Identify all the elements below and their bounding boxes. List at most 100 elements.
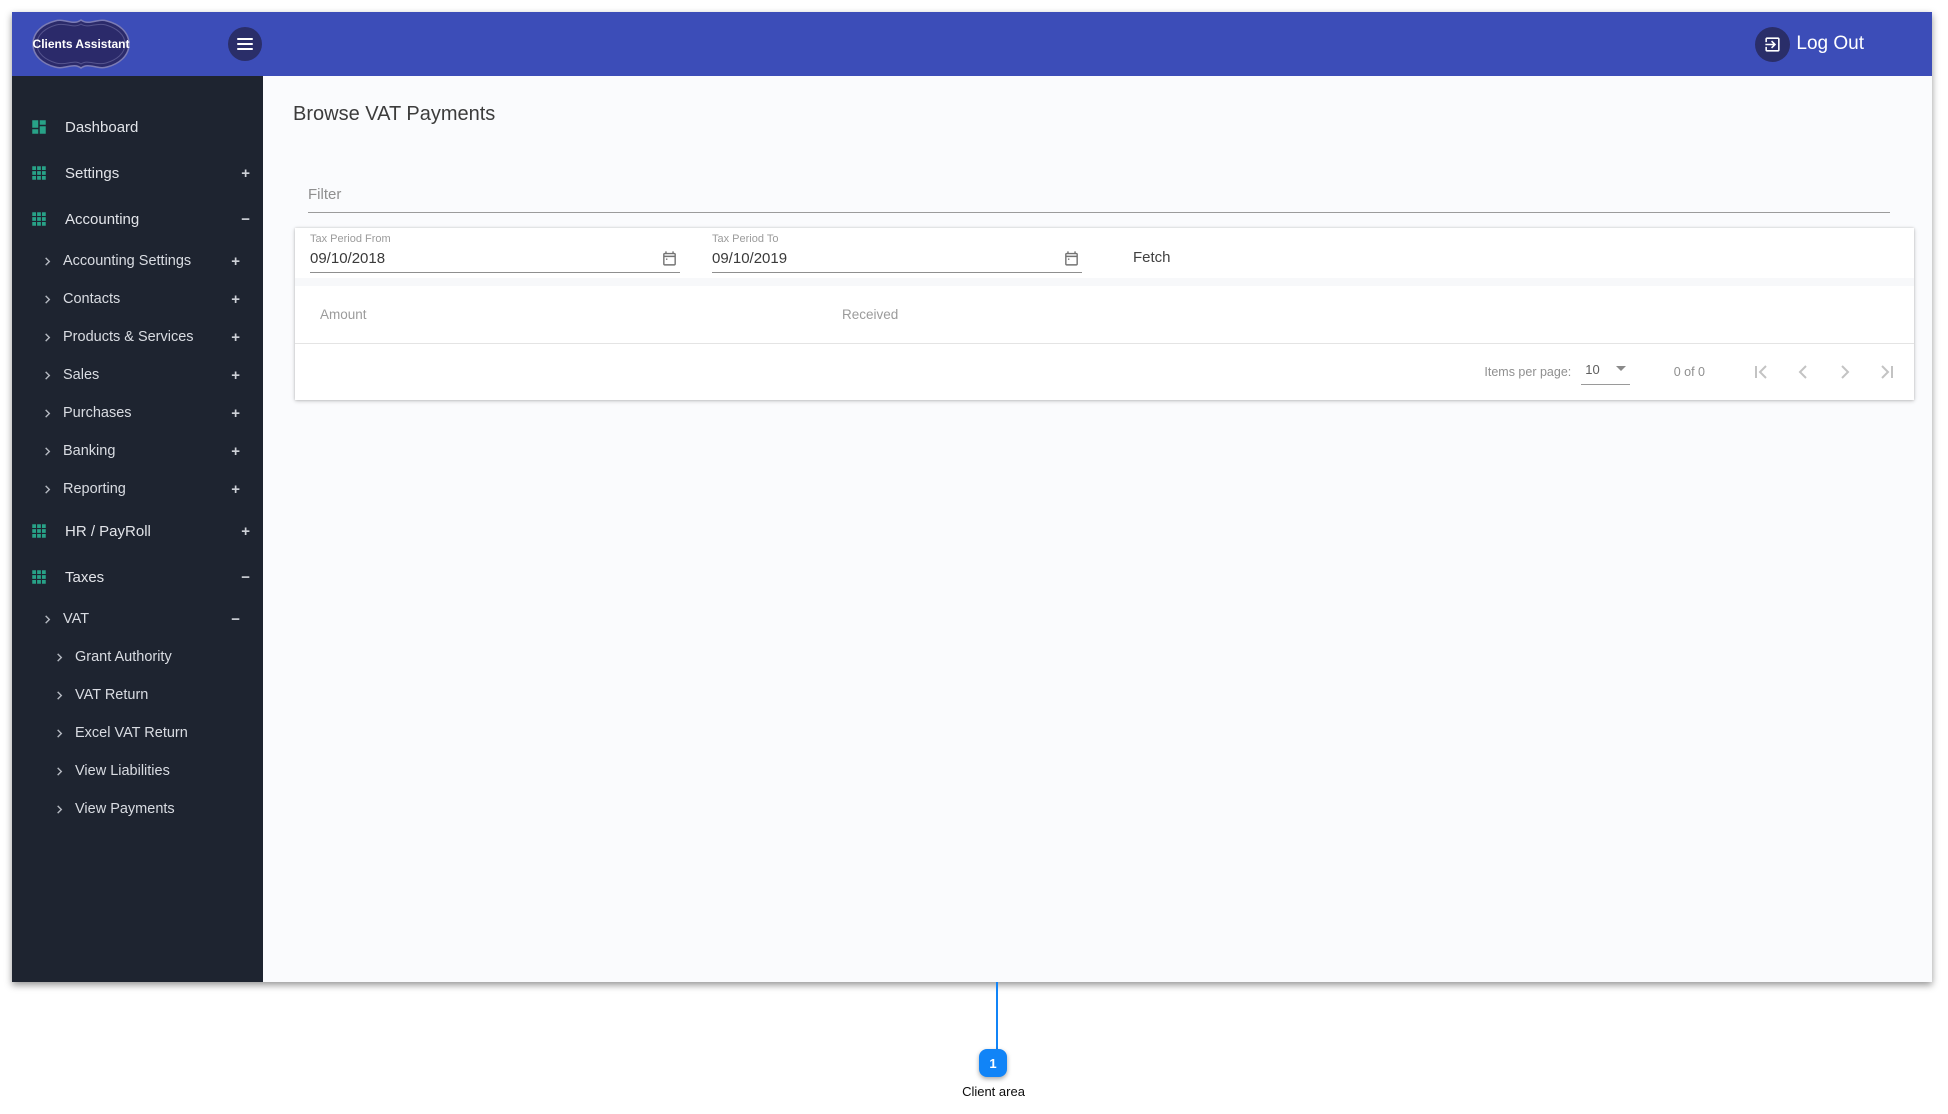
items-per-page-label: Items per page: bbox=[1484, 365, 1572, 379]
sidebar-item-vat[interactable]: VAT − bbox=[12, 600, 263, 638]
next-page-icon bbox=[1840, 365, 1849, 379]
tax-period-to-input[interactable] bbox=[712, 250, 1012, 267]
app-logo[interactable]: Clients Assistant bbox=[26, 17, 136, 71]
calendar-icon[interactable] bbox=[661, 250, 678, 267]
sidebar-item-label: Reporting bbox=[63, 481, 126, 497]
section-separator bbox=[295, 278, 1914, 286]
plus-icon[interactable]: + bbox=[231, 254, 240, 269]
sidebar-item-label: Contacts bbox=[63, 291, 121, 307]
sidebar-item-dashboard[interactable]: Dashboard bbox=[12, 104, 263, 150]
first-page-button[interactable] bbox=[1747, 359, 1774, 386]
sidebar-item-reporting[interactable]: Reporting + bbox=[12, 470, 263, 508]
chevron-right-icon bbox=[54, 804, 66, 815]
logo-text: Clients Assistant bbox=[32, 37, 130, 51]
chevron-right-icon bbox=[42, 408, 54, 419]
calendar-icon[interactable] bbox=[1063, 250, 1080, 267]
sidebar-item-label: Dashboard bbox=[65, 118, 139, 136]
logout-button[interactable]: Log Out bbox=[1755, 12, 1864, 76]
sidebar-item-settings[interactable]: Settings + bbox=[12, 150, 263, 196]
sidebar-item-vat-return[interactable]: VAT Return bbox=[12, 676, 263, 714]
sidebar-item-accounting-settings[interactable]: Accounting Settings + bbox=[12, 242, 263, 280]
page: Clients Assistant Log Out Dashboard Setti… bbox=[0, 0, 1948, 1114]
sidebar-item-label: View Liabilities bbox=[75, 763, 170, 779]
sidebar-item-label: Grant Authority bbox=[75, 649, 172, 665]
chevron-right-icon bbox=[42, 484, 54, 495]
logout-label: Log Out bbox=[1796, 33, 1864, 54]
items-per-page-value: 10 bbox=[1585, 361, 1600, 377]
chevron-right-icon bbox=[42, 446, 54, 457]
sidebar-item-view-liabilities[interactable]: View Liabilities bbox=[12, 752, 263, 790]
menu-button[interactable] bbox=[228, 27, 262, 61]
plus-icon[interactable]: + bbox=[231, 482, 240, 497]
vat-payments-card: Tax Period From Tax Period To bbox=[295, 228, 1914, 400]
sidebar-item-label: Settings bbox=[65, 164, 120, 182]
paginator-range-label: 0 of 0 bbox=[1673, 365, 1705, 379]
sidebar-item-purchases[interactable]: Purchases + bbox=[12, 394, 263, 432]
apps-icon bbox=[30, 568, 48, 586]
chevron-right-icon bbox=[54, 766, 66, 777]
sidebar-item-label: Products & Services bbox=[63, 329, 194, 345]
sidebar-item-contacts[interactable]: Contacts + bbox=[12, 280, 263, 318]
sidebar-item-grant-authority[interactable]: Grant Authority bbox=[12, 638, 263, 676]
sidebar-item-banking[interactable]: Banking + bbox=[12, 432, 263, 470]
sidebar-item-label: View Payments bbox=[75, 801, 175, 817]
paginator: Items per page: 10 0 of 0 bbox=[295, 344, 1914, 400]
minus-icon[interactable]: − bbox=[231, 612, 240, 627]
sidebar-item-label: Banking bbox=[63, 443, 116, 459]
previous-page-icon bbox=[1798, 365, 1807, 379]
plus-icon[interactable]: + bbox=[231, 406, 240, 421]
items-per-page-select[interactable]: 10 bbox=[1581, 360, 1630, 385]
tax-period-from-label: Tax Period From bbox=[310, 233, 391, 245]
minus-icon[interactable]: − bbox=[241, 212, 250, 227]
next-page-button[interactable] bbox=[1831, 359, 1858, 386]
chevron-right-icon bbox=[54, 652, 66, 663]
app-header: Clients Assistant Log Out bbox=[12, 12, 1932, 76]
sidebar-item-sales[interactable]: Sales + bbox=[12, 356, 263, 394]
chevron-down-icon bbox=[1615, 365, 1626, 371]
chevron-right-icon bbox=[54, 728, 66, 739]
plus-icon[interactable]: + bbox=[241, 166, 250, 181]
page-title: Browse VAT Payments bbox=[293, 103, 496, 125]
dashboard-icon bbox=[30, 118, 48, 136]
sidebar-item-label: Accounting Settings bbox=[63, 253, 192, 269]
apps-icon bbox=[30, 164, 48, 182]
apps-icon bbox=[30, 210, 48, 228]
sidebar-item-label: Purchases bbox=[63, 405, 132, 421]
sidebar-item-hr-payroll[interactable]: HR / PayRoll + bbox=[12, 508, 263, 554]
sidebar-item-view-payments[interactable]: View Payments bbox=[12, 790, 263, 828]
plus-icon[interactable]: + bbox=[231, 368, 240, 383]
sidebar-item-accounting[interactable]: Accounting − bbox=[12, 196, 263, 242]
sidebar-item-label: VAT Return bbox=[75, 687, 149, 703]
minus-icon[interactable]: − bbox=[241, 570, 250, 585]
callout-line bbox=[996, 982, 998, 1050]
sidebar-item-label: Excel VAT Return bbox=[75, 725, 188, 741]
plus-icon[interactable]: + bbox=[231, 444, 240, 459]
filter-input[interactable] bbox=[308, 182, 1890, 212]
chevron-right-icon bbox=[54, 690, 66, 701]
sidebar-item-label: HR / PayRoll bbox=[65, 522, 151, 540]
fetch-button[interactable]: Fetch bbox=[1117, 241, 1187, 274]
plus-icon[interactable]: + bbox=[231, 330, 240, 345]
tax-period-to-field: Tax Period To bbox=[712, 233, 1082, 273]
previous-page-button[interactable] bbox=[1789, 359, 1816, 386]
tax-period-from-input[interactable] bbox=[310, 250, 610, 267]
sidebar-item-excel-vat-return[interactable]: Excel VAT Return bbox=[12, 714, 263, 752]
chevron-right-icon bbox=[42, 294, 54, 305]
main-content: Browse VAT Payments Tax Period From bbox=[263, 76, 1932, 982]
plus-icon[interactable]: + bbox=[231, 292, 240, 307]
column-header-amount: Amount bbox=[320, 307, 367, 322]
last-page-icon bbox=[1880, 365, 1893, 379]
column-header-received: Received bbox=[842, 307, 899, 322]
callout-badge: 1 bbox=[979, 1049, 1007, 1077]
sidebar-item-label: Accounting bbox=[65, 210, 140, 228]
tax-period-to-label: Tax Period To bbox=[712, 233, 779, 245]
apps-icon bbox=[30, 522, 48, 540]
chevron-right-icon bbox=[42, 370, 54, 381]
plus-icon[interactable]: + bbox=[241, 524, 250, 539]
sidebar-item-products-services[interactable]: Products & Services + bbox=[12, 318, 263, 356]
sidebar-item-taxes[interactable]: Taxes − bbox=[12, 554, 263, 600]
callout-label: Client area bbox=[962, 1084, 1025, 1099]
tax-period-from-field: Tax Period From bbox=[310, 233, 680, 273]
sidebar-item-label: VAT bbox=[63, 611, 90, 627]
last-page-button[interactable] bbox=[1873, 359, 1900, 386]
